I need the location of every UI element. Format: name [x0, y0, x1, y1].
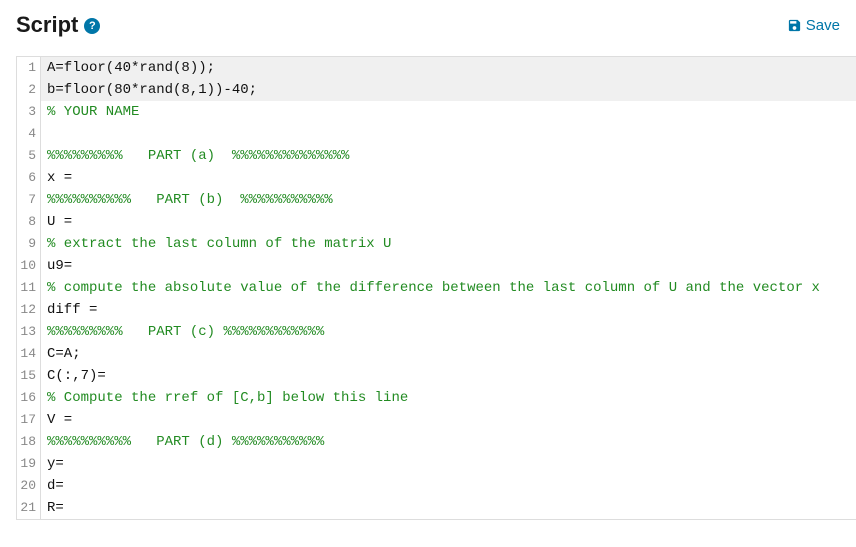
code-content[interactable]: % Compute the rref of [C,b] below this l… [41, 387, 856, 409]
line-number: 12 [17, 299, 41, 321]
line-number: 17 [17, 409, 41, 431]
code-content[interactable]: %%%%%%%%% PART (c) %%%%%%%%%%%% [41, 321, 856, 343]
line-number: 2 [17, 79, 41, 101]
code-content[interactable]: R= [41, 497, 856, 519]
line-number: 4 [17, 123, 41, 145]
code-text: x = [47, 170, 81, 186]
line-number: 13 [17, 321, 41, 343]
code-line[interactable]: 20 d= [17, 475, 856, 497]
code-content[interactable]: x = [41, 167, 856, 189]
code-text: d= [47, 478, 64, 494]
code-line[interactable]: 12 diff = [17, 299, 856, 321]
code-content[interactable]: % YOUR NAME [41, 101, 856, 123]
code-line[interactable]: 18 %%%%%%%%%% PART (d) %%%%%%%%%%% [17, 431, 856, 453]
line-number: 19 [17, 453, 41, 475]
line-number: 6 [17, 167, 41, 189]
line-number: 18 [17, 431, 41, 453]
code-content[interactable]: % compute the absolute value of the diff… [41, 277, 856, 299]
code-comment: % compute the absolute value of the diff… [47, 280, 820, 296]
code-comment: % Compute the rref of [C,b] below this l… [47, 390, 408, 406]
code-comment: %%%%%%%%%% PART (b) %%%%%%%%%%% [47, 192, 333, 208]
line-number: 7 [17, 189, 41, 211]
save-icon [787, 18, 802, 33]
line-number: 3 [17, 101, 41, 123]
code-content[interactable]: U = [41, 211, 856, 233]
code-line[interactable]: 13 %%%%%%%%% PART (c) %%%%%%%%%%%% [17, 321, 856, 343]
code-content[interactable] [41, 123, 856, 145]
code-line[interactable]: 7 %%%%%%%%%% PART (b) %%%%%%%%%%% [17, 189, 856, 211]
code-text: b=floor(80*rand(8,1))-40; [47, 82, 257, 98]
code-line: 1 A=floor(40*rand(8)); [17, 57, 856, 79]
code-comment: % YOUR NAME [47, 104, 139, 120]
code-line[interactable]: 19 y= [17, 453, 856, 475]
code-content[interactable]: u9= [41, 255, 856, 277]
code-line[interactable]: 3 % YOUR NAME [17, 101, 856, 123]
code-content[interactable]: C=A; [41, 343, 856, 365]
code-line[interactable]: 4 [17, 123, 856, 145]
save-button[interactable]: Save [787, 17, 840, 34]
line-number: 1 [17, 57, 41, 79]
code-line: 2 b=floor(80*rand(8,1))-40; [17, 79, 856, 101]
code-text: A=floor(40*rand(8)); [47, 60, 215, 76]
code-content: b=floor(80*rand(8,1))-40; [41, 79, 856, 101]
line-number: 8 [17, 211, 41, 233]
line-number: 15 [17, 365, 41, 387]
line-number: 9 [17, 233, 41, 255]
code-content[interactable]: y= [41, 453, 856, 475]
code-content[interactable]: %%%%%%%%%% PART (d) %%%%%%%%%%% [41, 431, 856, 453]
code-line[interactable]: 6 x = [17, 167, 856, 189]
title-wrap: Script ? [16, 12, 100, 38]
code-content[interactable]: diff = [41, 299, 856, 321]
code-comment: %%%%%%%%% PART (c) %%%%%%%%%%%% [47, 324, 324, 340]
code-content[interactable]: %%%%%%%%%% PART (b) %%%%%%%%%%% [41, 189, 856, 211]
code-text: U = [47, 214, 81, 230]
code-comment: %%%%%%%%% PART (a) %%%%%%%%%%%%%% [47, 148, 349, 164]
line-number: 20 [17, 475, 41, 497]
code-line[interactable]: 11 % compute the absolute value of the di… [17, 277, 856, 299]
help-icon[interactable]: ? [84, 18, 100, 34]
line-number: 21 [17, 497, 41, 519]
code-content[interactable]: d= [41, 475, 856, 497]
code-content[interactable]: % extract the last column of the matrix … [41, 233, 856, 255]
save-label: Save [806, 17, 840, 34]
code-text: y= [47, 456, 64, 472]
code-line[interactable]: 16 % Compute the rref of [C,b] below this… [17, 387, 856, 409]
code-line[interactable]: 9 % extract the last column of the matrix… [17, 233, 856, 255]
code-text: C=A; [47, 346, 81, 362]
code-text: diff = [47, 302, 106, 318]
code-text: u9= [47, 258, 72, 274]
line-number: 10 [17, 255, 41, 277]
code-line[interactable]: 5 %%%%%%%%% PART (a) %%%%%%%%%%%%%% [17, 145, 856, 167]
code-line[interactable]: 10 u9= [17, 255, 856, 277]
code-content[interactable]: V = [41, 409, 856, 431]
line-number: 5 [17, 145, 41, 167]
line-number: 14 [17, 343, 41, 365]
line-number: 11 [17, 277, 41, 299]
code-comment: %%%%%%%%%% PART (d) %%%%%%%%%%% [47, 434, 324, 450]
code-content[interactable]: C(:,7)= [41, 365, 856, 387]
code-text: R= [47, 500, 64, 516]
code-text: V = [47, 412, 72, 428]
code-line[interactable]: 17 V = [17, 409, 856, 431]
header-bar: Script ? Save [0, 0, 856, 56]
code-editor[interactable]: 1 A=floor(40*rand(8)); 2 b=floor(80*rand(8,… [16, 56, 856, 520]
code-text: C(:,7)= [47, 368, 106, 384]
line-number: 16 [17, 387, 41, 409]
code-content[interactable]: %%%%%%%%% PART (a) %%%%%%%%%%%%%% [41, 145, 856, 167]
code-content: A=floor(40*rand(8)); [41, 57, 856, 79]
code-line[interactable]: 21 R= [17, 497, 856, 519]
code-line[interactable]: 15 C(:,7)= [17, 365, 856, 387]
page-title: Script [16, 12, 78, 38]
code-comment: % extract the last column of the matrix … [47, 236, 391, 252]
code-line[interactable]: 14 C=A; [17, 343, 856, 365]
code-line[interactable]: 8 U = [17, 211, 856, 233]
